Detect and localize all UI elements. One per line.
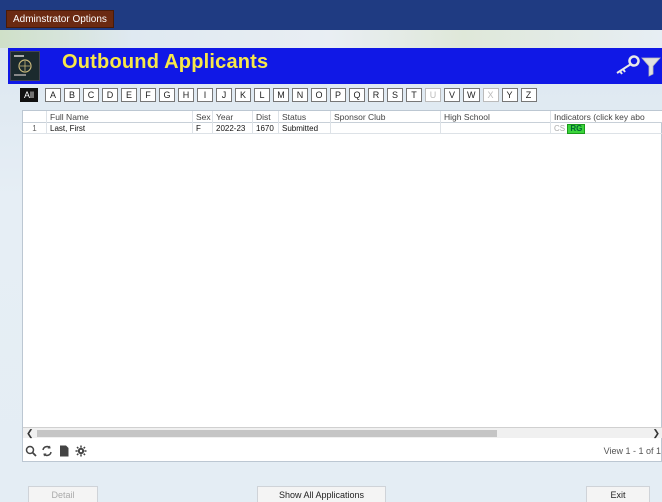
alpha-filter-r[interactable]: R [368,88,385,102]
search-icon[interactable] [25,445,37,457]
alpha-filter-h[interactable]: H [178,88,195,102]
col-high-school[interactable]: High School [441,111,551,123]
alpha-filter-d[interactable]: D [102,88,119,102]
alpha-filter-s[interactable]: S [387,88,404,102]
alpha-filter-p[interactable]: P [330,88,347,102]
indicator-cs[interactable]: CS [554,124,565,133]
show-all-applications-button[interactable]: Show All Applications [257,486,386,502]
scroll-right-icon[interactable]: ❯ [652,428,660,439]
alpha-filter-g[interactable]: G [159,88,176,102]
cell-status: Submitted [279,123,331,134]
horizontal-scrollbar[interactable]: ❮ ❯ [23,427,662,438]
filter-icon[interactable] [640,55,662,77]
alpha-filter-w[interactable]: W [463,88,480,102]
alpha-filter-b[interactable]: B [64,88,81,102]
indicator-rg[interactable]: RG [567,124,586,134]
alpha-filter-f[interactable]: F [140,88,157,102]
col-rownum [23,111,47,123]
gear-icon[interactable] [75,445,87,457]
alpha-filter-e[interactable]: E [121,88,138,102]
cell-sponsor-club [331,123,441,134]
col-full-name[interactable]: Full Name [47,111,193,123]
cell-indicators: CS RG [551,123,662,134]
alpha-filter-m[interactable]: M [273,88,290,102]
view-count: View 1 - 1 of 1 [603,446,661,456]
table-row[interactable]: 1 Last, First F 2022-23 1670 Submitted C… [23,123,662,134]
administrator-options-button[interactable]: Adminstrator Options [6,10,114,28]
col-dist[interactable]: Dist [253,111,279,123]
alpha-filter-c[interactable]: C [83,88,100,102]
scroll-left-icon[interactable]: ❮ [26,428,34,439]
cell-year: 2022-23 [213,123,253,134]
alpha-filter-z[interactable]: Z [520,88,537,102]
alpha-filter-o[interactable]: O [311,88,328,102]
alpha-filter-n[interactable]: N [292,88,309,102]
document-icon[interactable] [58,445,70,457]
map-background [0,30,662,48]
alphabet-filter: All A B C D E F G H I J K L M N O P Q R S T U V W X Y Z [20,88,662,102]
grid-header: Full Name Sex Year Dist Status Sponsor C… [23,111,662,123]
col-status[interactable]: Status [279,111,331,123]
exit-button[interactable]: Exit [586,486,650,502]
grid-pager: View 1 - 1 of 1 [23,441,662,461]
page-title: Outbound Applicants [62,51,269,73]
alpha-filter-x: X [482,88,499,102]
alpha-filter-i[interactable]: I [197,88,214,102]
alpha-filter-all[interactable]: All [20,88,39,102]
refresh-icon[interactable] [41,445,53,457]
col-indicators[interactable]: Indicators (click key abo [551,111,662,123]
applicants-grid: Full Name Sex Year Dist Status Sponsor C… [22,110,662,462]
cell-sex: F [193,123,213,134]
col-year[interactable]: Year [213,111,253,123]
alpha-filter-t[interactable]: T [406,88,423,102]
passport-icon [10,51,40,81]
alpha-filter-l[interactable]: L [254,88,271,102]
alpha-filter-k[interactable]: K [235,88,252,102]
alpha-filter-u: U [425,88,442,102]
col-sex[interactable]: Sex [193,111,213,123]
key-icon[interactable] [614,55,640,75]
col-sponsor-club[interactable]: Sponsor Club [331,111,441,123]
cell-full-name: Last, First [47,123,193,134]
row-number: 1 [23,123,47,134]
detail-button[interactable]: Detail [28,486,98,502]
alpha-filter-q[interactable]: Q [349,88,366,102]
cell-high-school [441,123,551,134]
cell-dist: 1670 [253,123,279,134]
alpha-filter-j[interactable]: J [216,88,233,102]
alpha-filter-a[interactable]: A [45,88,62,102]
alpha-filter-v[interactable]: V [444,88,461,102]
scrollbar-thumb[interactable] [37,430,497,437]
alpha-filter-y[interactable]: Y [501,88,518,102]
